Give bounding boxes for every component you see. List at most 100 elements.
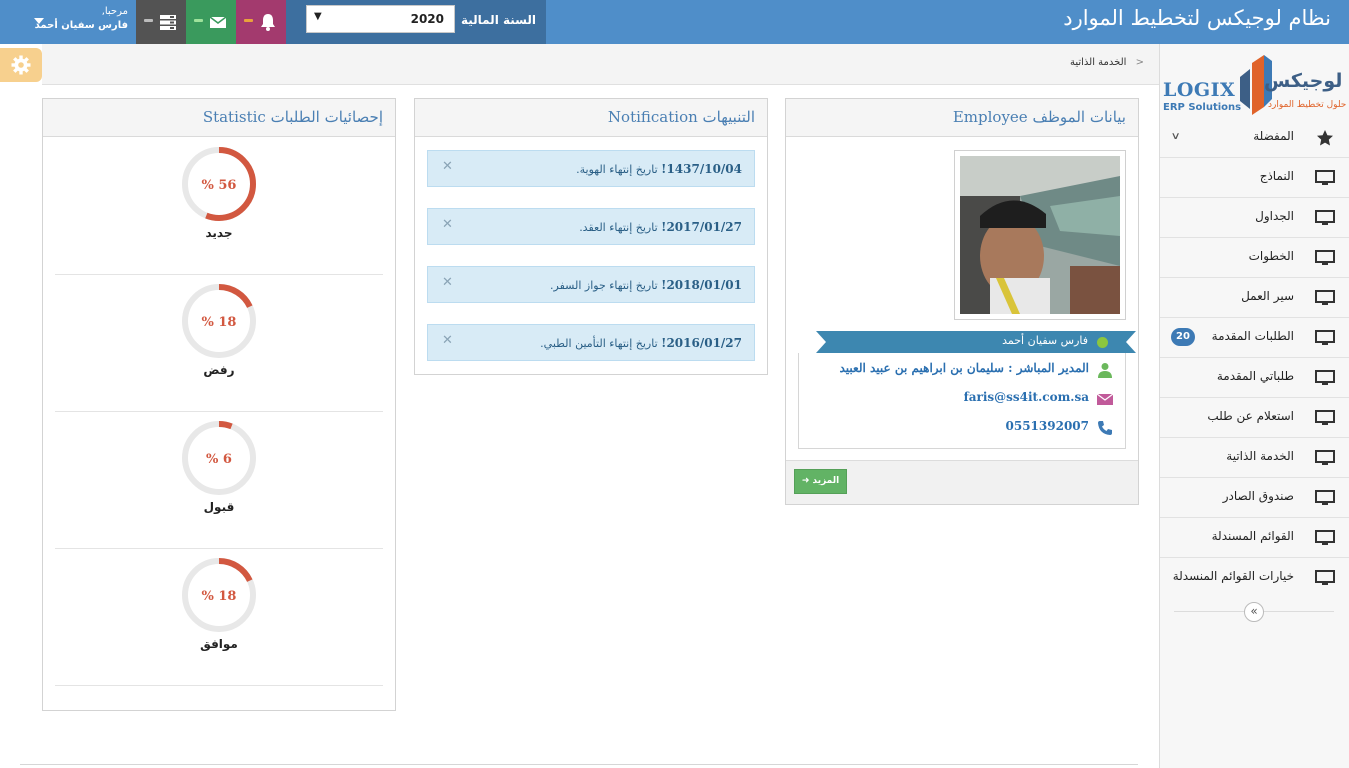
fiscal-year-value: 2020 — [410, 12, 444, 26]
email-text[interactable]: faris@ss4it.com.sa — [964, 390, 1089, 404]
user-name: فارس سفيان أحمد — [34, 20, 128, 31]
stat-item: % 6 قبول — [55, 412, 383, 549]
logo-english-tagline: ERP Solutions — [1163, 102, 1242, 113]
user-menu[interactable]: مرحبا, فارس سفيان أحمد — [0, 0, 136, 44]
tasks-indicator — [144, 19, 153, 22]
sidebar-item-dropdown-lists[interactable]: القوائم المسندلة — [1160, 518, 1349, 558]
notification-date: 2016/01/27! — [661, 336, 742, 350]
monitor-icon — [1315, 210, 1335, 225]
chevron-down-icon: ∨ — [1170, 131, 1181, 142]
notifications-button[interactable] — [236, 0, 286, 44]
sidebar-item-label: صندوق الصادر — [1222, 489, 1294, 503]
more-button[interactable]: المزيد ➜ — [794, 469, 847, 494]
manager-text: المدير المباشر : سليمان بن ابراهيم بن عب… — [839, 361, 1089, 375]
breadcrumb-current[interactable]: الخدمة الذاتية — [1070, 57, 1126, 68]
sidebar-item-submitted-requests[interactable]: الطلبات المقدمة 20 — [1160, 318, 1349, 358]
breadcrumb-bar: < الخدمة الذاتية — [42, 44, 1159, 85]
employee-name-ribbon: فارس سفيان أحمد — [816, 331, 1136, 353]
sidebar-item-self-service[interactable]: الخدمة الذاتية — [1160, 438, 1349, 478]
stat-label: جديد — [205, 226, 233, 240]
panel-header: التنبيهات Notification — [415, 99, 767, 137]
sidebar-item-dropdown-options[interactable]: خيارات القوائم المنسدلة — [1160, 558, 1349, 598]
fiscal-year-box: السنة المالية 2020 ▼ — [286, 0, 546, 44]
sidebar-item-label: سير العمل — [1241, 289, 1294, 303]
notification-panel-title: التنبيهات Notification — [607, 108, 755, 126]
sidebar-item-label: استعلام عن طلب — [1207, 409, 1294, 423]
stat-percent: % 6 — [206, 452, 232, 467]
breadcrumb-chevron-icon: < — [1135, 57, 1144, 68]
more-button-label: المزيد — [812, 476, 840, 486]
stat-item: % 18 رفض — [55, 275, 383, 412]
monitor-icon — [1315, 570, 1335, 585]
notification-panel: التنبيهات Notification ✕ 1437/10/04! تار… — [414, 98, 768, 375]
sidebar-item-steps[interactable]: الخطوات — [1160, 238, 1349, 278]
notifications-indicator — [244, 19, 253, 22]
notification-item: ✕ 2017/01/27! تاريخ إنتهاء العقد. — [427, 208, 755, 245]
phone-icon — [1098, 421, 1112, 435]
sidebar-item-forms[interactable]: النماذج — [1160, 158, 1349, 198]
sidebar-item-request-inquiry[interactable]: استعلام عن طلب — [1160, 398, 1349, 438]
sidebar-item-label: النماذج — [1259, 169, 1294, 183]
close-icon[interactable]: ✕ — [442, 275, 453, 290]
monitor-icon — [1315, 250, 1335, 265]
envelope-icon — [1097, 393, 1113, 405]
sidebar-item-label: الجداول — [1255, 209, 1294, 223]
logo-english-text: LOGIX — [1163, 79, 1236, 101]
top-bar: نظام لوجيكس لتخطيط الموارد السنة المالية… — [0, 0, 1349, 44]
panel-header: إحصائيات الطلبات Statistic — [43, 99, 395, 137]
envelope-icon — [209, 16, 227, 28]
stat-percent: % 18 — [202, 589, 237, 604]
notification-text: 1437/10/04! تاريخ إنتهاء الهوية. — [576, 162, 742, 176]
logo: لوجيكس حلول تخطيط الموارد LOGIX ERP Solu… — [1160, 44, 1349, 118]
sidebar-item-tables[interactable]: الجداول — [1160, 198, 1349, 238]
stat-label: قبول — [203, 500, 235, 514]
sidebar-item-label: طلباتي المقدمة — [1216, 369, 1294, 383]
sidebar-item-favorites[interactable]: المفضلة ∨ — [1160, 118, 1349, 158]
bell-icon — [261, 14, 275, 31]
monitor-icon — [1315, 450, 1335, 465]
fiscal-year-label: السنة المالية — [460, 13, 536, 27]
sidebar-item-label: الطلبات المقدمة — [1211, 329, 1294, 343]
settings-button[interactable] — [0, 48, 42, 82]
notification-item: ✕ 2016/01/27! تاريخ إنتهاء التأمين الطبي… — [427, 324, 755, 361]
monitor-icon — [1315, 290, 1335, 305]
messages-button[interactable] — [186, 0, 236, 44]
double-chevron-left-icon: « — [1250, 604, 1258, 618]
sidebar-item-workflow[interactable]: سير العمل — [1160, 278, 1349, 318]
panel-header: بيانات الموظف Employee — [786, 99, 1138, 137]
sidebar-item-outbox[interactable]: صندوق الصادر — [1160, 478, 1349, 518]
close-icon[interactable]: ✕ — [442, 217, 453, 232]
sidebar-collapse-button[interactable]: « — [1244, 602, 1264, 622]
tasks-list-icon — [160, 15, 176, 30]
monitor-icon — [1315, 530, 1335, 545]
sidebar-item-label: الخطوات — [1248, 249, 1294, 263]
star-icon — [1317, 130, 1333, 146]
monitor-icon — [1315, 410, 1335, 425]
stat-ring-chart: % 56 — [182, 147, 256, 221]
stat-item: % 18 موافق — [55, 549, 383, 686]
close-icon[interactable]: ✕ — [442, 333, 453, 348]
sidebar-item-label: القوائم المسندلة — [1211, 529, 1294, 543]
tasks-button[interactable] — [136, 0, 186, 44]
sidebar-item-label: خيارات القوائم المنسدلة — [1172, 569, 1294, 583]
phone-text[interactable]: 0551392007 — [1006, 419, 1090, 433]
arrow-left-icon: ➜ — [801, 476, 810, 486]
sidebar-item-my-requests[interactable]: طلباتي المقدمة — [1160, 358, 1349, 398]
notification-item: ✕ 1437/10/04! تاريخ إنتهاء الهوية. — [427, 150, 755, 187]
gear-icon — [11, 55, 31, 75]
logo-arabic-text: لوجيكس — [1264, 70, 1343, 92]
statistic-panel-title: إحصائيات الطلبات Statistic — [202, 108, 383, 126]
fiscal-year-select[interactable]: 2020 ▼ — [306, 5, 455, 33]
notification-message: تاريخ إنتهاء جواز السفر. — [550, 279, 662, 292]
close-icon[interactable]: ✕ — [442, 159, 453, 174]
stat-ring-chart: % 18 — [182, 558, 256, 632]
online-status-dot — [1097, 337, 1108, 348]
user-icon — [1098, 363, 1112, 378]
stat-ring-chart: % 6 — [182, 421, 256, 495]
employee-avatar — [960, 156, 1120, 314]
employee-panel-title: بيانات الموظف Employee — [952, 108, 1126, 126]
statistic-panel: إحصائيات الطلبات Statistic % 56 جديد % 1… — [42, 98, 396, 711]
sidebar-menu: المفضلة ∨ النماذج الجداول الخطوات سير ال… — [1160, 118, 1349, 598]
monitor-icon — [1315, 370, 1335, 385]
stat-percent: % 56 — [202, 178, 237, 193]
